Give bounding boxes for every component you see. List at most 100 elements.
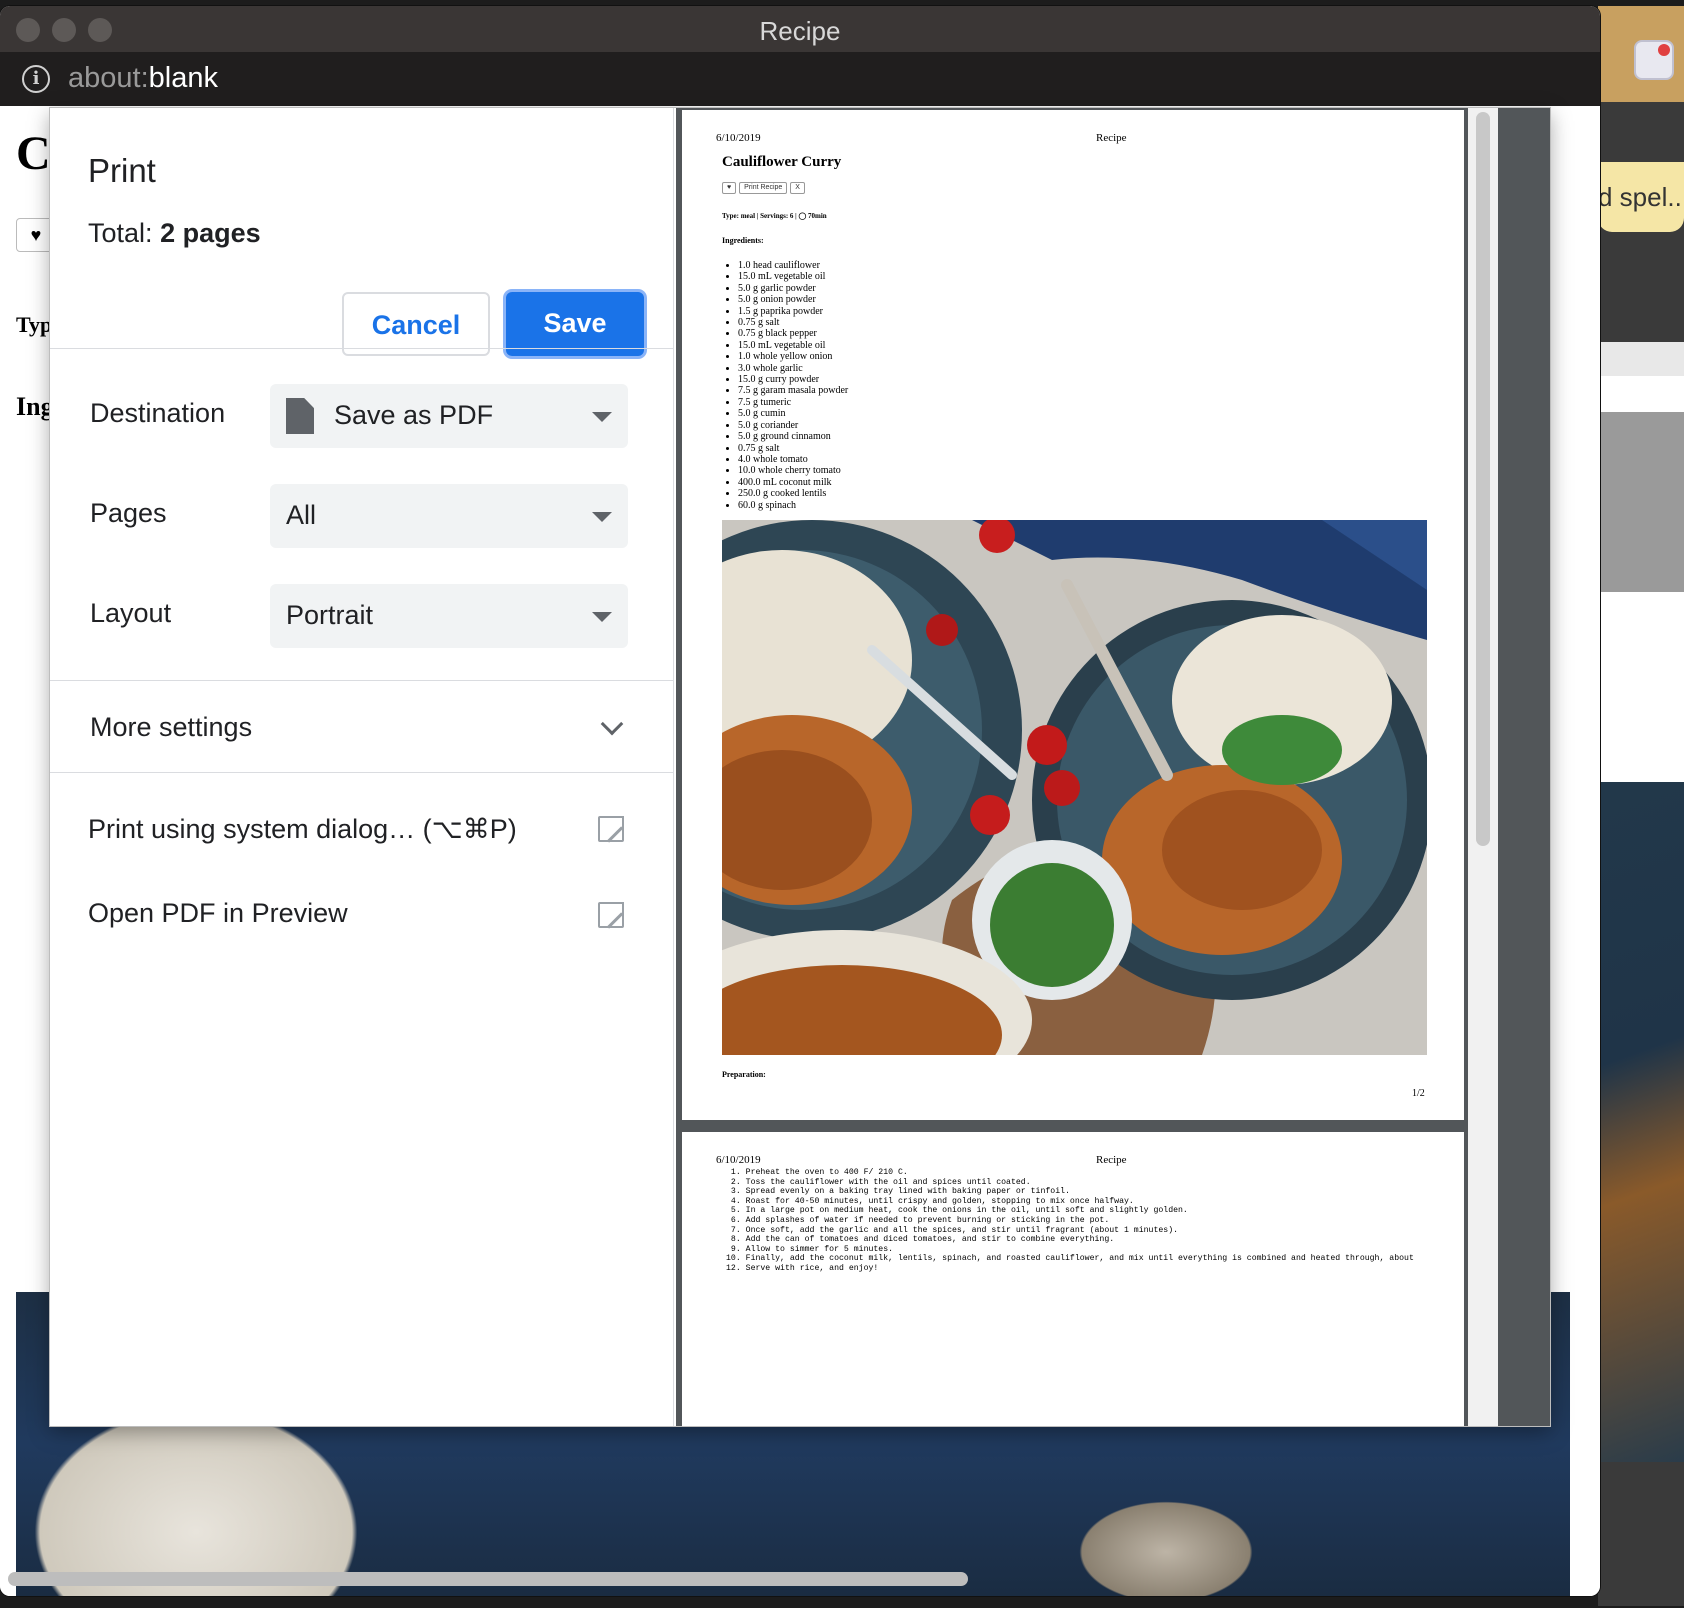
ingredient-item: 15.0 mL vegetable oil [738, 271, 848, 282]
title-bar: Recipe [0, 6, 1600, 52]
ingredient-item: 5.0 g ground cinnamon [738, 431, 848, 442]
ingredient-item: 0.75 g salt [738, 317, 848, 328]
layout-select[interactable]: Portrait [270, 584, 628, 648]
background-band [1598, 412, 1684, 592]
background-band [1598, 342, 1684, 376]
page-total: Total: 2 pages [88, 218, 261, 249]
ingredient-item: 1.5 g paprika powder [738, 306, 848, 317]
print-title: Print [88, 152, 156, 189]
print-recipe-button: Print Recipe [739, 182, 788, 194]
preparation-step: 2. Toss the cauliflower with the oil and… [726, 1177, 1031, 1187]
recipe-type-label: Typ [16, 312, 53, 337]
browser-window: Recipe i about:blank C ♥ Typ Ing Print T… [0, 6, 1600, 1596]
print-settings-panel: Print Total: 2 pages Cancel Save Destina… [50, 108, 674, 1426]
ingredient-item: 5.0 g coriander [738, 420, 848, 431]
preparation-step: 6. Add splashes of water if needed to pr… [726, 1215, 1110, 1225]
ingredient-item: 15.0 mL vegetable oil [738, 340, 848, 351]
ingredient-item: 7.5 g garam masala powder [738, 385, 848, 396]
ingredients-list: 1.0 head cauliflower15.0 mL vegetable oi… [738, 260, 848, 511]
address-bar[interactable]: i about:blank [0, 52, 1600, 106]
pages-select[interactable]: All [270, 484, 628, 548]
recipe-buttons: ♥ Print Recipe X [722, 182, 805, 194]
horizontal-scrollbar[interactable] [8, 1572, 968, 1586]
chevron-down-icon[interactable] [600, 712, 624, 736]
ingredient-item: 10.0 whole cherry tomato [738, 465, 848, 476]
ingredient-item: 15.0 g curry powder [738, 374, 848, 385]
layout-label: Layout [90, 598, 172, 628]
page-header-title: Recipe [1096, 132, 1127, 144]
preparation-step: 4. Roast for 40-50 minutes, until crispy… [726, 1196, 1134, 1206]
ingredient-item: 5.0 g onion powder [738, 294, 848, 305]
recipe-heading: C [16, 127, 51, 180]
background-band [1598, 592, 1684, 782]
print-preview[interactable]: 6/10/2019 Recipe Cauliflower Curry ♥ Pri… [676, 108, 1550, 1426]
preparation-step: 5. In a large pot on medium heat, cook t… [726, 1206, 1188, 1216]
heart-icon: ♥ [722, 182, 737, 194]
open-external-icon[interactable] [598, 900, 626, 928]
window-title: Recipe [759, 16, 841, 46]
preparation-step: 12. Serve with rice, and enjoy! [726, 1263, 879, 1273]
background-window: d spel... [1598, 6, 1684, 1606]
ingredient-item: 1.0 whole yellow onion [738, 351, 848, 362]
destination-label: Destination [90, 398, 226, 428]
ingredients-heading: Ing [16, 392, 54, 421]
ingredient-item: 5.0 g cumin [738, 408, 848, 419]
ingredient-item: 4.0 whole tomato [738, 454, 848, 465]
cancel-button[interactable]: Cancel [342, 292, 490, 356]
pages-label: Pages [90, 498, 167, 528]
layout-value: Portrait [286, 600, 374, 630]
page-date: 6/10/2019 [716, 1154, 761, 1166]
print-dialog: Print Total: 2 pages Cancel Save Destina… [50, 108, 1550, 1426]
destination-select[interactable]: Save as PDF [270, 384, 628, 448]
preview-page-1: 6/10/2019 Recipe Cauliflower Curry ♥ Pri… [682, 110, 1464, 1120]
background-band [1598, 376, 1684, 412]
more-settings-toggle[interactable]: More settings [90, 712, 252, 743]
recipe-meta: Type: meal | Servings: 6 | ◯ 70min [722, 212, 827, 220]
open-external-icon-arrow [614, 816, 624, 826]
ingredient-item: 5.0 g garlic powder [738, 283, 848, 294]
system-dialog-link[interactable]: Print using system dialog… (⌥⌘P) [88, 814, 517, 845]
preview-page-2: 6/10/2019 Recipe 1. Preheat the oven to … [682, 1132, 1464, 1426]
preparation-step: 8. Add the can of tomatoes and diced tom… [726, 1235, 1115, 1245]
page-date: 6/10/2019 [716, 132, 761, 144]
page-number: 1/2 [1412, 1088, 1425, 1099]
preparation-steps: 1. Preheat the oven to 400 F/ 210 C. 2. … [726, 1168, 1414, 1274]
info-icon[interactable]: i [22, 65, 50, 93]
open-external-icon[interactable] [598, 814, 626, 842]
preparation-step: 7. Once soft, add the garlic and all the… [726, 1225, 1179, 1235]
ingredients-heading: Ingredients: [722, 236, 764, 245]
preparation-step: 10. Finally, add the coconut milk, lenti… [726, 1254, 1414, 1264]
preparation-heading: Preparation: [722, 1070, 766, 1079]
divider [50, 348, 674, 349]
ingredient-item: 250.0 g cooked lentils [738, 488, 848, 499]
url-text[interactable]: about:blank [68, 62, 218, 95]
recipe-photo [722, 520, 1427, 1055]
total-value: 2 pages [160, 218, 261, 248]
dropdown-arrow-icon [592, 512, 612, 522]
ingredient-item: 400.0 mL coconut milk [738, 477, 848, 488]
background-window-toolbar [1598, 6, 1684, 102]
open-pdf-preview-link[interactable]: Open PDF in Preview [88, 898, 348, 929]
pages-value: All [286, 500, 317, 530]
extension-icon[interactable] [1634, 40, 1674, 80]
preparation-step: 9. Allow to simmer for 5 minutes. [726, 1244, 894, 1254]
url-scheme: about: [68, 62, 149, 94]
ingredient-item: 3.0 whole garlic [738, 363, 848, 374]
background-food-image [1598, 782, 1684, 1462]
ingredient-item: 0.75 g black pepper [738, 328, 848, 339]
open-external-icon-arrow [614, 902, 624, 912]
file-icon [286, 398, 314, 434]
total-label: Total: [88, 218, 153, 248]
dropdown-arrow-icon [592, 412, 612, 422]
ingredient-item: 7.5 g tumeric [738, 397, 848, 408]
ingredient-item: 60.0 g spinach [738, 500, 848, 511]
dropdown-arrow-icon [592, 612, 612, 622]
preview-scrollbar[interactable] [1476, 112, 1490, 846]
save-button[interactable]: Save [506, 292, 644, 356]
destination-value: Save as PDF [334, 400, 494, 430]
spelling-toast: d spel... [1598, 162, 1684, 232]
divider [50, 772, 674, 773]
preparation-step: 3. Spread evenly on a baking tray lined … [726, 1187, 1070, 1197]
page-header-title: Recipe [1096, 1154, 1127, 1166]
ingredient-item: 0.75 g salt [738, 443, 848, 454]
